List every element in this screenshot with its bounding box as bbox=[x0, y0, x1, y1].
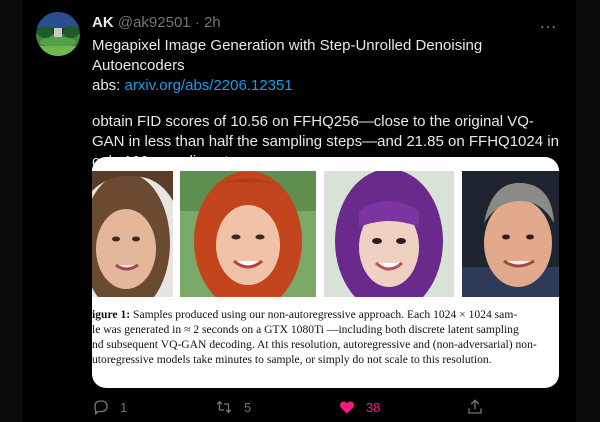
avatar[interactable] bbox=[36, 12, 80, 56]
figure-caption: igure 1: Samples produced using our non-… bbox=[92, 307, 559, 367]
abs-label: abs: bbox=[92, 77, 121, 94]
sample-face-3 bbox=[324, 171, 454, 297]
share-button[interactable] bbox=[466, 398, 484, 416]
heart-icon bbox=[339, 401, 355, 414]
tweet-text: Megapixel Image Generation with Step-Unr… bbox=[92, 36, 562, 172]
sample-images bbox=[92, 157, 559, 297]
author-name[interactable]: AK bbox=[92, 14, 114, 31]
tweet-media[interactable]: igure 1: Samples produced using our non-… bbox=[92, 157, 559, 388]
caption-line-2: le was generated in ≈ 2 seconds on a GTX… bbox=[92, 323, 519, 336]
tweet-actions: 1 5 38 bbox=[92, 398, 552, 418]
reply-icon bbox=[94, 400, 108, 416]
like-count: 38 bbox=[366, 399, 381, 415]
reply-button[interactable]: 1 bbox=[92, 398, 127, 416]
tweet-title: Megapixel Image Generation with Step-Unr… bbox=[92, 37, 483, 74]
author-handle[interactable]: @ak92501 bbox=[118, 14, 191, 31]
reply-count: 1 bbox=[120, 399, 128, 415]
share-icon bbox=[468, 399, 482, 414]
retweet-icon bbox=[216, 400, 232, 414]
retweet-count: 5 bbox=[244, 399, 252, 415]
timestamp[interactable]: 2h bbox=[204, 14, 221, 31]
tweet-header: AK @ak92501 · 2h bbox=[92, 14, 221, 31]
separator: · bbox=[194, 14, 200, 31]
right-border bbox=[576, 0, 600, 422]
left-border bbox=[0, 0, 22, 422]
more-options-icon[interactable]: … bbox=[539, 12, 558, 33]
arxiv-link[interactable]: arxiv.org/abs/2206.12351 bbox=[125, 77, 293, 94]
avatar-landscape-image bbox=[36, 12, 80, 56]
caption-line-1: igure 1: Samples produced using our non-… bbox=[92, 308, 518, 321]
caption-line-3: nd subsequent VQ-GAN decoding. At this r… bbox=[92, 338, 537, 351]
sample-face-4 bbox=[462, 171, 559, 297]
sample-face-1 bbox=[92, 171, 173, 297]
sample-face-2 bbox=[180, 171, 316, 297]
caption-line-4: utoregressive models take minutes to sam… bbox=[92, 353, 492, 366]
tweet[interactable]: AK @ak92501 · 2h … Megapixel Image Gener… bbox=[22, 0, 576, 422]
like-button[interactable]: 38 bbox=[338, 398, 380, 416]
retweet-button[interactable]: 5 bbox=[214, 398, 251, 416]
